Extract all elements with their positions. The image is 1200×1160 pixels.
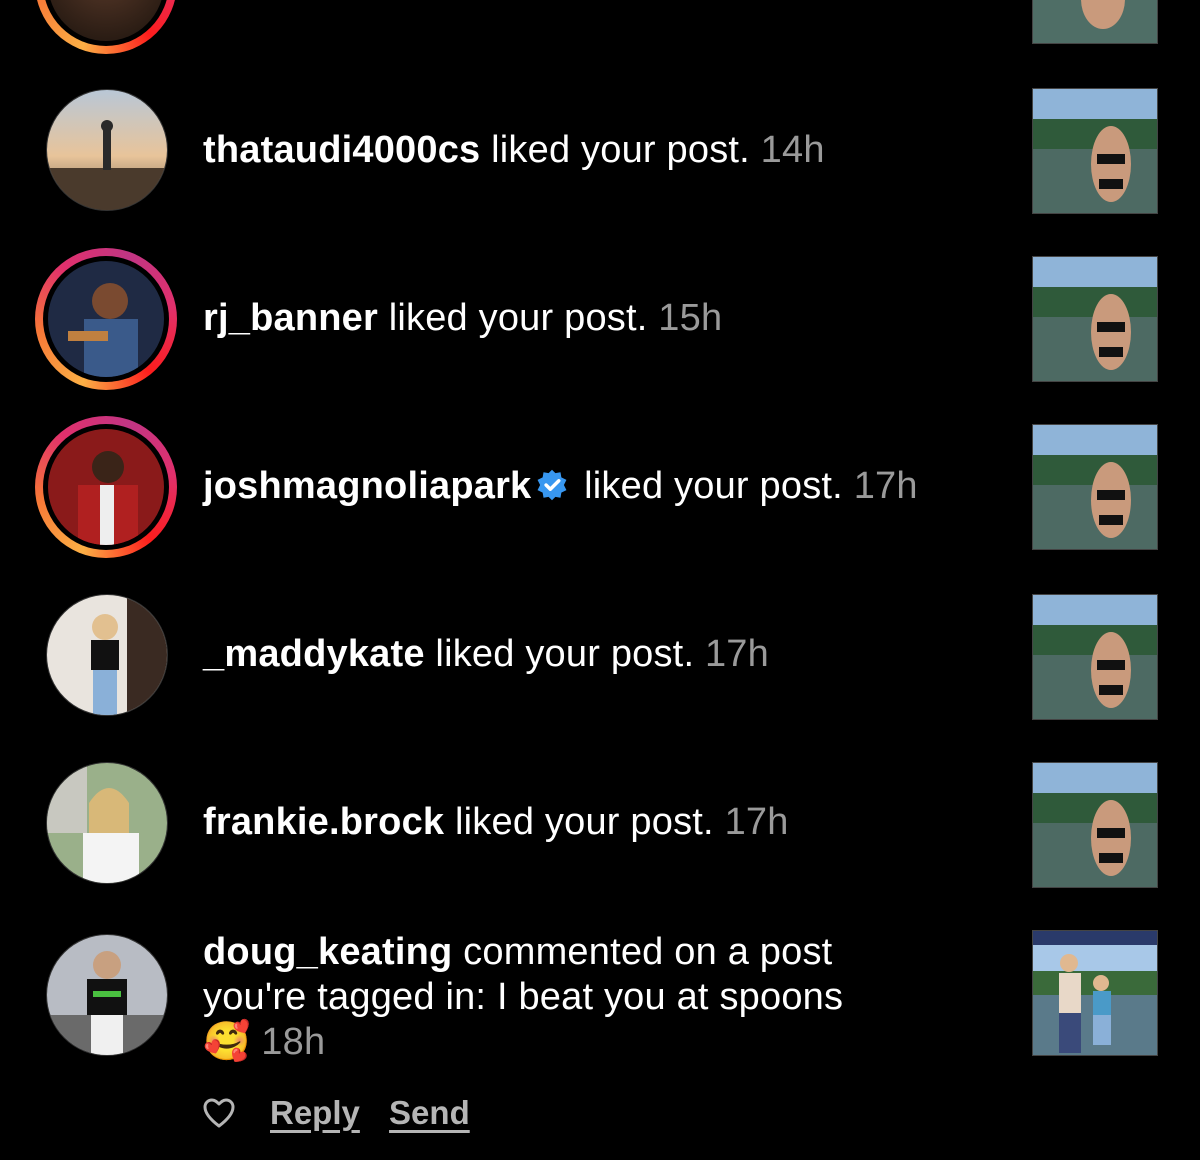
username[interactable]: frankie.brock — [203, 801, 444, 843]
action-text: liked your post. — [480, 129, 761, 171]
timestamp: 18h — [261, 1021, 326, 1063]
heart-icon[interactable] — [203, 1098, 235, 1133]
comment-text: doug_keating commented on a post you're … — [203, 930, 843, 1065]
action-text: liked your post. — [424, 633, 705, 675]
avatar[interactable] — [35, 416, 177, 558]
post-thumbnail[interactable] — [1032, 256, 1158, 382]
post-thumbnail[interactable] — [1032, 424, 1158, 550]
username[interactable]: joshmagnoliapark — [203, 465, 531, 507]
action-text: liked your post. — [444, 801, 725, 843]
timestamp: 17h — [853, 465, 918, 507]
action-text: liked your post. — [573, 465, 854, 507]
post-thumbnail[interactable] — [1032, 930, 1158, 1056]
timestamp: 17h — [724, 801, 789, 843]
timestamp: 14h — [760, 129, 825, 171]
notification-text: joshmagnoliapark liked your post. 17h — [203, 464, 918, 513]
comment-line-2: you're tagged in: I beat you at spoons — [203, 976, 844, 1018]
avatar[interactable] — [46, 89, 168, 211]
send-button[interactable]: Send — [389, 1094, 470, 1131]
timestamp: 17h — [704, 633, 769, 675]
username[interactable]: _maddykate — [203, 633, 425, 675]
notification-text: _maddykate liked your post. 17h — [203, 632, 769, 677]
username[interactable]: doug_keating — [203, 931, 452, 973]
avatar[interactable] — [46, 934, 168, 1056]
notification-text: thataudi4000cs liked your post. 14h — [203, 128, 825, 173]
comment-actions: Reply Send — [270, 1094, 490, 1132]
comment-line-1: commented on a post — [452, 931, 833, 973]
action-text: liked your post. — [377, 297, 659, 339]
verified-badge-icon — [535, 468, 569, 513]
emoji: 🥰 — [203, 1021, 251, 1063]
notification-text: rj_banner liked your post. 15h — [203, 296, 722, 341]
avatar[interactable] — [46, 594, 168, 716]
timestamp: 15h — [658, 297, 723, 339]
avatar[interactable] — [35, 0, 177, 54]
reply-button[interactable]: Reply — [270, 1094, 360, 1131]
post-thumbnail[interactable] — [1032, 594, 1158, 720]
post-thumbnail[interactable] — [1032, 762, 1158, 888]
username[interactable]: thataudi4000cs — [203, 129, 480, 171]
avatar[interactable] — [35, 248, 177, 390]
avatar[interactable] — [46, 762, 168, 884]
post-thumbnail[interactable] — [1032, 88, 1158, 214]
post-thumbnail[interactable] — [1032, 0, 1158, 44]
notification-text: frankie.brock liked your post. 17h — [203, 800, 789, 845]
username[interactable]: rj_banner — [203, 297, 378, 339]
